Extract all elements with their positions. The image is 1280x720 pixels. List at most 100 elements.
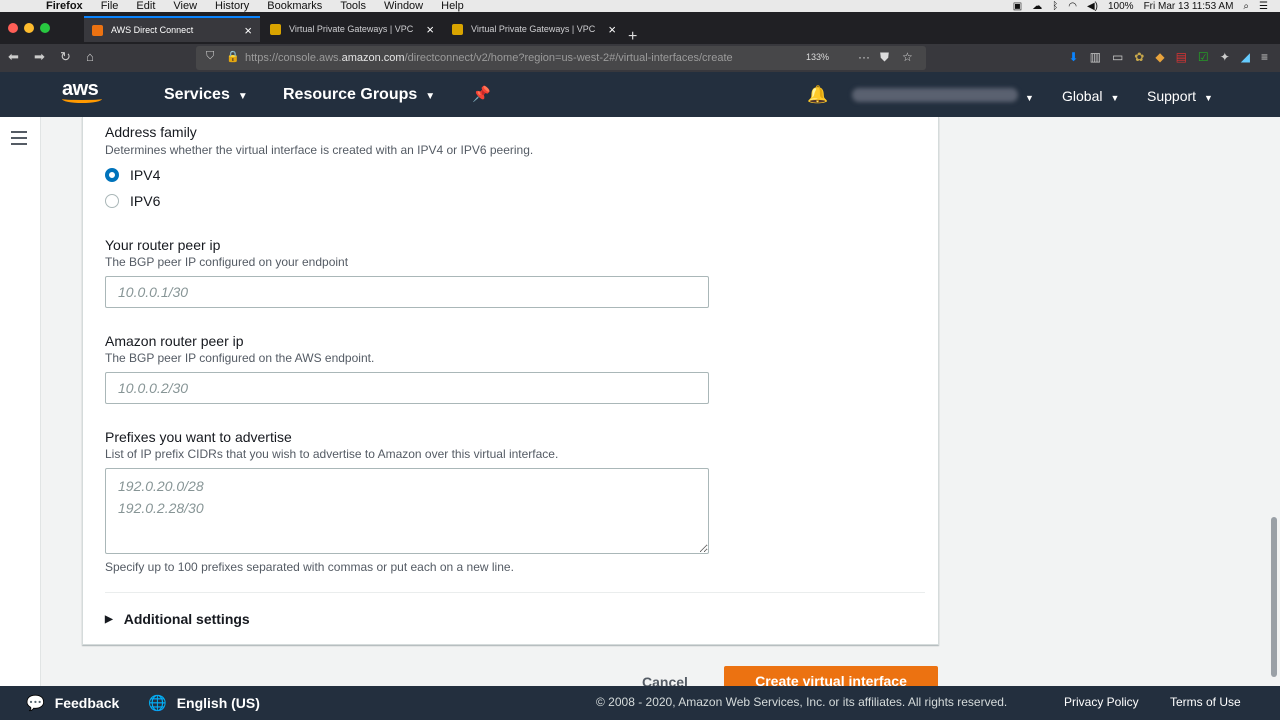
minimize-window-icon[interactable] (24, 23, 34, 33)
privacy-policy-link[interactable]: Privacy Policy (1064, 695, 1139, 709)
extension-icon[interactable]: ✿ (1134, 50, 1144, 64)
volume-icon[interactable]: ◀) (1087, 1, 1098, 12)
chevron-down-icon: ▼ (425, 91, 436, 102)
language-selector[interactable]: 🌐 English (US) (148, 694, 260, 712)
library-icon[interactable]: ▥ (1090, 50, 1101, 64)
vpc-favicon-icon (452, 23, 463, 35)
pdf-icon[interactable]: ▤ (1176, 50, 1187, 64)
prefixes-description: List of IP prefix CIDRs that you wish to… (105, 447, 559, 461)
caret-right-icon: ▶ (105, 613, 113, 625)
checkbox-extension-icon[interactable]: ☑ (1198, 50, 1209, 64)
menu-window[interactable]: Window (384, 0, 423, 12)
close-tab-icon[interactable]: × (426, 22, 434, 37)
amazon-peer-ip-description: The BGP peer IP configured on the AWS en… (105, 351, 375, 365)
bookmark-star-icon[interactable]: ☆ (902, 50, 913, 64)
menu-clock[interactable]: Fri Mar 13 11:53 AM (1144, 1, 1234, 12)
page-scrollbar[interactable] (1269, 117, 1278, 686)
services-menu[interactable]: Services ▼ (164, 86, 248, 104)
close-window-icon[interactable] (8, 23, 18, 33)
menu-bookmarks[interactable]: Bookmarks (267, 0, 322, 12)
support-menu[interactable]: Support ▼ (1147, 88, 1213, 104)
amazon-peer-ip-label: Amazon router peer ip (105, 333, 244, 349)
side-nav-rail (0, 117, 41, 686)
chevron-down-icon: ▼ (237, 91, 248, 102)
tab-label: Virtual Private Gateways | VPC (289, 24, 414, 34)
sidebar-icon[interactable]: ▭ (1112, 50, 1123, 64)
back-icon[interactable]: ⬅ (8, 49, 19, 65)
zoom-level[interactable]: 133% (806, 52, 829, 62)
shield-icon[interactable]: ⛉ (206, 50, 214, 63)
menu-edit[interactable]: Edit (136, 0, 155, 12)
feedback-button[interactable]: 💬 Feedback (26, 694, 119, 712)
globe-icon: 🌐 (148, 695, 167, 712)
radio-ipv6[interactable]: IPV6 (105, 193, 160, 209)
url-bar[interactable]: ⛉ 🔒 https://console.aws.amazon.com/direc… (196, 46, 926, 70)
menu-icon[interactable]: ≡ (1261, 50, 1268, 64)
pin-icon[interactable]: 📌 (472, 85, 491, 103)
address-family-description: Determines whether the virtual interface… (105, 143, 534, 157)
menu-view[interactable]: View (173, 0, 197, 12)
tab-aws-direct-connect[interactable]: AWS Direct Connect × (84, 16, 260, 42)
url-text[interactable]: https://console.aws.amazon.com/directcon… (245, 52, 733, 64)
notification-list-icon[interactable]: ☰ (1259, 1, 1268, 12)
forward-icon[interactable]: ➡ (34, 49, 45, 65)
chevron-down-icon[interactable]: ▼ (1025, 88, 1034, 104)
battery-percent[interactable]: 100% (1108, 1, 1134, 12)
vpc-favicon-icon (270, 23, 281, 35)
router-peer-ip-label: Your router peer ip (105, 237, 221, 253)
prefixes-hint: Specify up to 100 prefixes separated wit… (105, 560, 514, 574)
toolbar-extensions: ⬇ ▥ ▭ ✿ ◆ ▤ ☑ ✦ ◢ ≡ (1069, 50, 1268, 64)
extension-icon[interactable]: ◆ (1155, 50, 1164, 64)
tab-vpc-2[interactable]: Virtual Private Gateways | VPC × (444, 16, 624, 42)
hamburger-menu-icon[interactable] (11, 131, 27, 149)
prefixes-label: Prefixes you want to advertise (105, 429, 292, 445)
prefixes-textarea[interactable] (105, 468, 709, 554)
radio-ipv4[interactable]: IPV4 (105, 167, 160, 183)
tab-label: Virtual Private Gateways | VPC (471, 24, 596, 34)
screen-icon[interactable]: ▣ (1013, 1, 1022, 12)
account-menu-redacted[interactable] (852, 88, 1018, 102)
tab-vpc-1[interactable]: Virtual Private Gateways | VPC × (262, 16, 442, 42)
aws-footer: 💬 Feedback 🌐 English (US) © 2008 - 2020,… (0, 686, 1280, 720)
wifi-icon[interactable]: ◠ (1068, 1, 1077, 12)
bell-icon[interactable]: 🔔 (807, 85, 828, 105)
aws-logo[interactable]: aws (62, 78, 102, 103)
resource-groups-menu[interactable]: Resource Groups ▼ (283, 86, 435, 104)
speech-bubble-icon: 💬 (26, 695, 45, 712)
cloud-icon[interactable]: ☁ (1032, 1, 1042, 12)
terms-of-use-link[interactable]: Terms of Use (1170, 695, 1241, 709)
extension-icon[interactable]: ✦ (1220, 50, 1230, 64)
home-icon[interactable]: ⌂ (86, 49, 94, 64)
maximize-window-icon[interactable] (40, 23, 50, 33)
browser-nav-bar: ⬅ ➡ ↻ ⌂ ⛉ 🔒 https://console.aws.amazon.c… (0, 44, 1280, 72)
extension-icon[interactable]: ◢ (1241, 50, 1250, 64)
aws-header: aws Services ▼ Resource Groups ▼ 📌 🔔 ▼ Glo… (0, 72, 1280, 117)
chevron-down-icon: ▼ (1110, 93, 1120, 103)
menu-app-name[interactable]: Firefox (46, 0, 83, 12)
additional-settings-toggle[interactable]: ▶ Additional settings (105, 611, 250, 627)
bluetooth-icon[interactable]: ᛒ (1052, 1, 1058, 12)
spotlight-search-icon[interactable]: ⌕ (1243, 1, 1249, 12)
menu-help[interactable]: Help (441, 0, 464, 12)
close-tab-icon[interactable]: × (608, 22, 616, 37)
window-controls (8, 23, 50, 33)
copyright-text: © 2008 - 2020, Amazon Web Services, Inc.… (596, 695, 1008, 709)
router-peer-ip-input[interactable] (105, 276, 709, 308)
menu-history[interactable]: History (215, 0, 249, 12)
radio-selected-indicator[interactable] (105, 168, 119, 182)
lock-icon[interactable]: 🔒 (226, 50, 240, 63)
radio-unselected-indicator[interactable] (105, 194, 119, 208)
close-tab-icon[interactable]: × (244, 23, 252, 38)
downloads-icon[interactable]: ⬇ (1069, 50, 1079, 64)
scrollbar-thumb[interactable] (1271, 517, 1277, 677)
divider (105, 592, 925, 593)
menu-file[interactable]: File (101, 0, 119, 12)
chevron-down-icon: ▼ (1204, 93, 1213, 103)
menu-tools[interactable]: Tools (340, 0, 366, 12)
tab-label: AWS Direct Connect (111, 25, 194, 35)
reload-icon[interactable]: ↻ (60, 49, 71, 65)
amazon-peer-ip-input[interactable] (105, 372, 709, 404)
more-actions-icon[interactable]: ··· (858, 50, 870, 64)
pocket-icon[interactable]: ⛊ (880, 50, 889, 65)
region-menu[interactable]: Global ▼ (1062, 88, 1119, 104)
